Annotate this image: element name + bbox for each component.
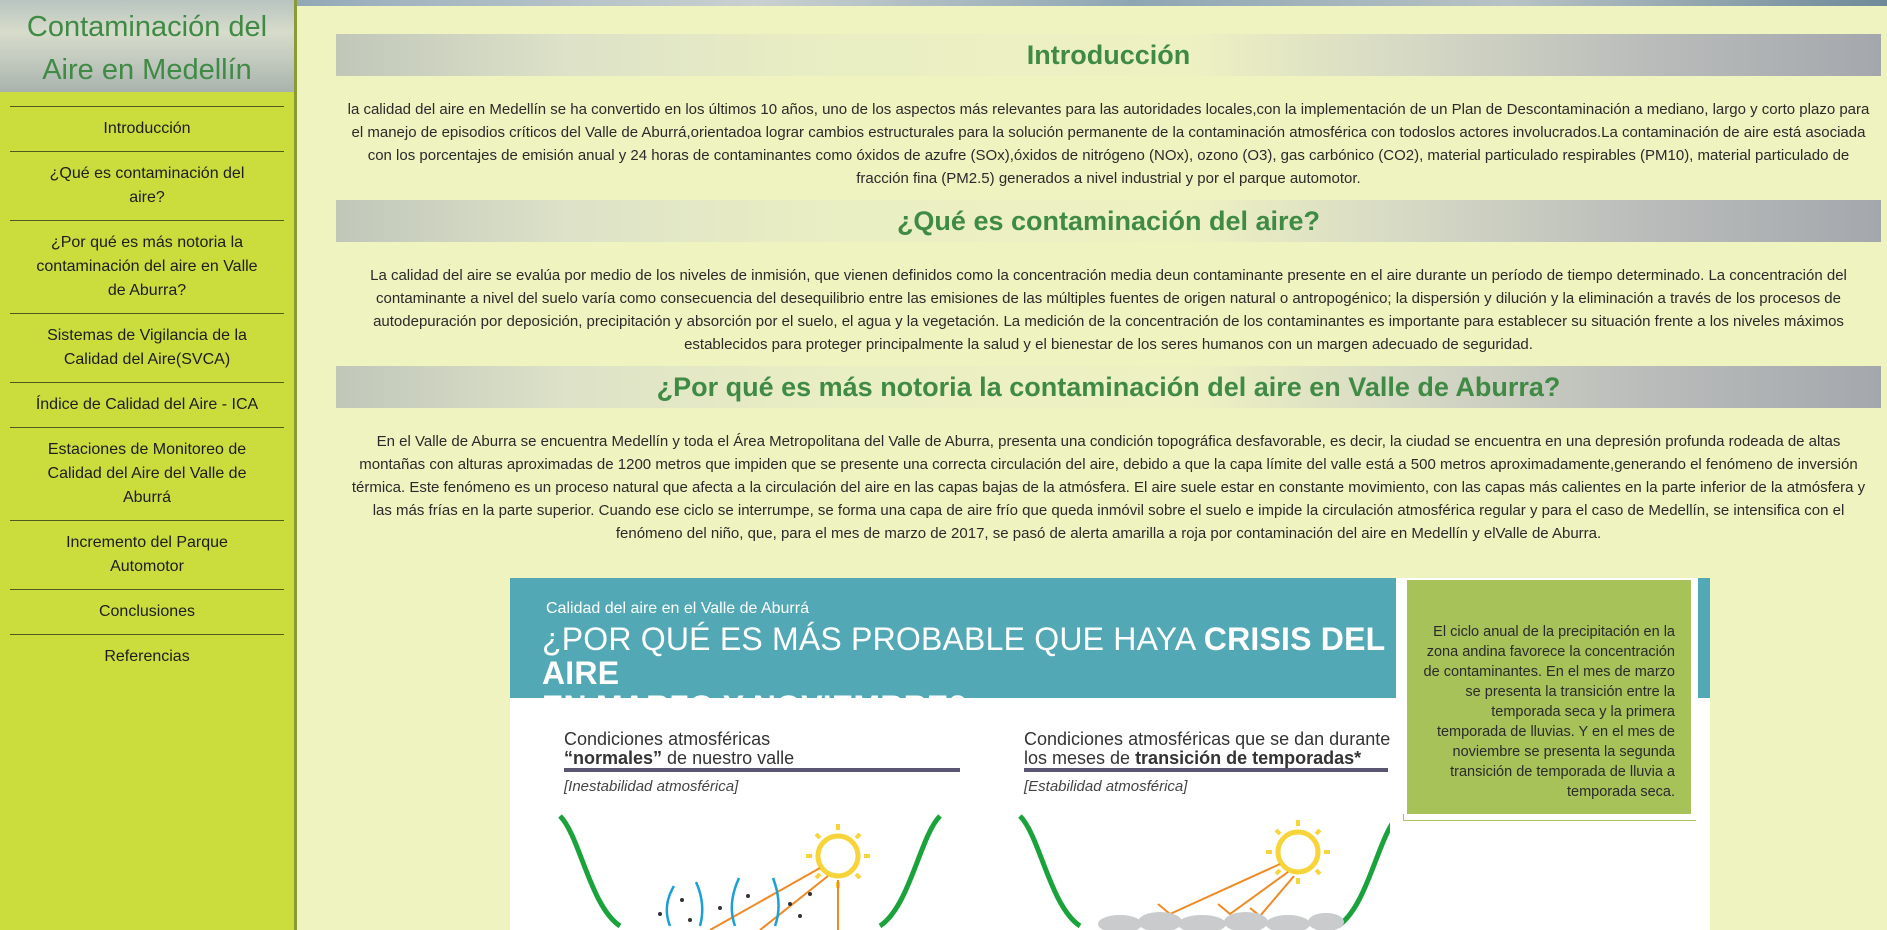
- site-title-line1: Contaminación del: [26, 11, 268, 43]
- nav-item-por-que-mas-notoria[interactable]: ¿Por qué es más notoria la contaminación…: [10, 220, 284, 313]
- right-title-c: transición de temporadas*: [1135, 748, 1362, 768]
- right-sun-icon: [1266, 820, 1330, 884]
- infographic-side-note: El ciclo anual de la precipitación en la…: [1407, 580, 1691, 814]
- section-title-introduccion: Introducción: [336, 34, 1881, 76]
- left-condition-title: Condiciones atmosféricas “normales” de n…: [564, 730, 794, 768]
- sidebar: Contaminación del Aire en Medellín Intro…: [0, 0, 297, 930]
- section-text-por-que: En el Valle de Aburra se encuentra Medel…: [351, 433, 1866, 542]
- main-content: Introducción la calidad del aire en Mede…: [336, 0, 1881, 930]
- nav-item-ica[interactable]: Índice de Calidad del Aire - ICA: [10, 382, 284, 427]
- cloud-layer-icon: [1098, 912, 1344, 930]
- nav-item-estaciones[interactable]: Estaciones de Monitoreo de Calidad del A…: [10, 427, 284, 520]
- infographic-image: Calidad del aire en el Valle de Aburrá ¿…: [510, 578, 1710, 930]
- left-title-c: de nuestro valle: [662, 748, 795, 768]
- sidebar-nav: Introducción ¿Qué es contaminación del a…: [0, 106, 294, 675]
- nav-item-svca[interactable]: Sistemas de Vigilancia de la Calidad del…: [10, 313, 284, 382]
- left-valley-icon: [558, 814, 942, 929]
- section-title-por-que: ¿Por qué es más notoria la contaminación…: [336, 366, 1881, 408]
- left-condition-subtitle: [Inestabilidad atmosférica]: [564, 778, 739, 795]
- nav-item-referencias[interactable]: Referencias: [10, 634, 284, 675]
- right-condition-subtitle: [Estabilidad atmosférica]: [1024, 778, 1188, 795]
- nav-item-parque-automotor[interactable]: Incremento del Parque Automotor: [10, 520, 284, 589]
- infographic-headline: ¿POR QUÉ ES MÁS PROBABLE QUE HAYA CRISIS…: [542, 622, 1396, 724]
- section-text-que-es: La calidad del aire se evalúa por medio …: [370, 267, 1847, 353]
- nav-item-que-es-contaminacion[interactable]: ¿Qué es contaminación del aire?: [10, 151, 284, 220]
- headline-part-a: ¿POR QUÉ ES MÁS PROBABLE QUE HAYA: [542, 621, 1204, 657]
- site-title: Contaminación del Aire en Medellín: [0, 0, 294, 92]
- nav-item-introduccion[interactable]: Introducción: [10, 106, 284, 151]
- headline-part-c: EN MARZO Y NOVIEMBRE: [542, 689, 949, 725]
- infographic-banner: Calidad del aire en el Valle de Aburrá ¿…: [510, 578, 1396, 724]
- infographic-kicker: Calidad del aire en el Valle de Aburrá: [546, 600, 809, 617]
- left-title-b: “normales”: [564, 748, 663, 768]
- site-title-line2: Aire en Medellín: [42, 54, 252, 86]
- infographic-side-frame: [1403, 814, 1696, 821]
- headline-part-d: ?: [948, 689, 967, 725]
- nav-item-conclusiones[interactable]: Conclusiones: [10, 589, 284, 634]
- valley-illustration: [558, 814, 1390, 930]
- right-valley-icon: [1018, 814, 1390, 929]
- section-text-introduccion: la calidad del aire en Medellín se ha co…: [347, 101, 1870, 187]
- right-condition-title: Condiciones atmosféricas que se dan dura…: [1024, 730, 1390, 768]
- section-title-que-es: ¿Qué es contaminación del aire?: [336, 200, 1881, 242]
- right-sun-rays: [1157, 863, 1295, 918]
- left-sun-icon: [806, 824, 870, 888]
- right-title-a: Condiciones atmosféricas que se dan dura…: [1024, 729, 1391, 749]
- left-title-underline: [564, 768, 960, 772]
- right-title-b: los meses de: [1024, 748, 1136, 768]
- left-title-a: Condiciones atmosféricas: [564, 729, 771, 749]
- right-title-underline: [1024, 768, 1388, 772]
- infographic-edge: [1698, 578, 1710, 698]
- left-air-arrows: [665, 877, 780, 927]
